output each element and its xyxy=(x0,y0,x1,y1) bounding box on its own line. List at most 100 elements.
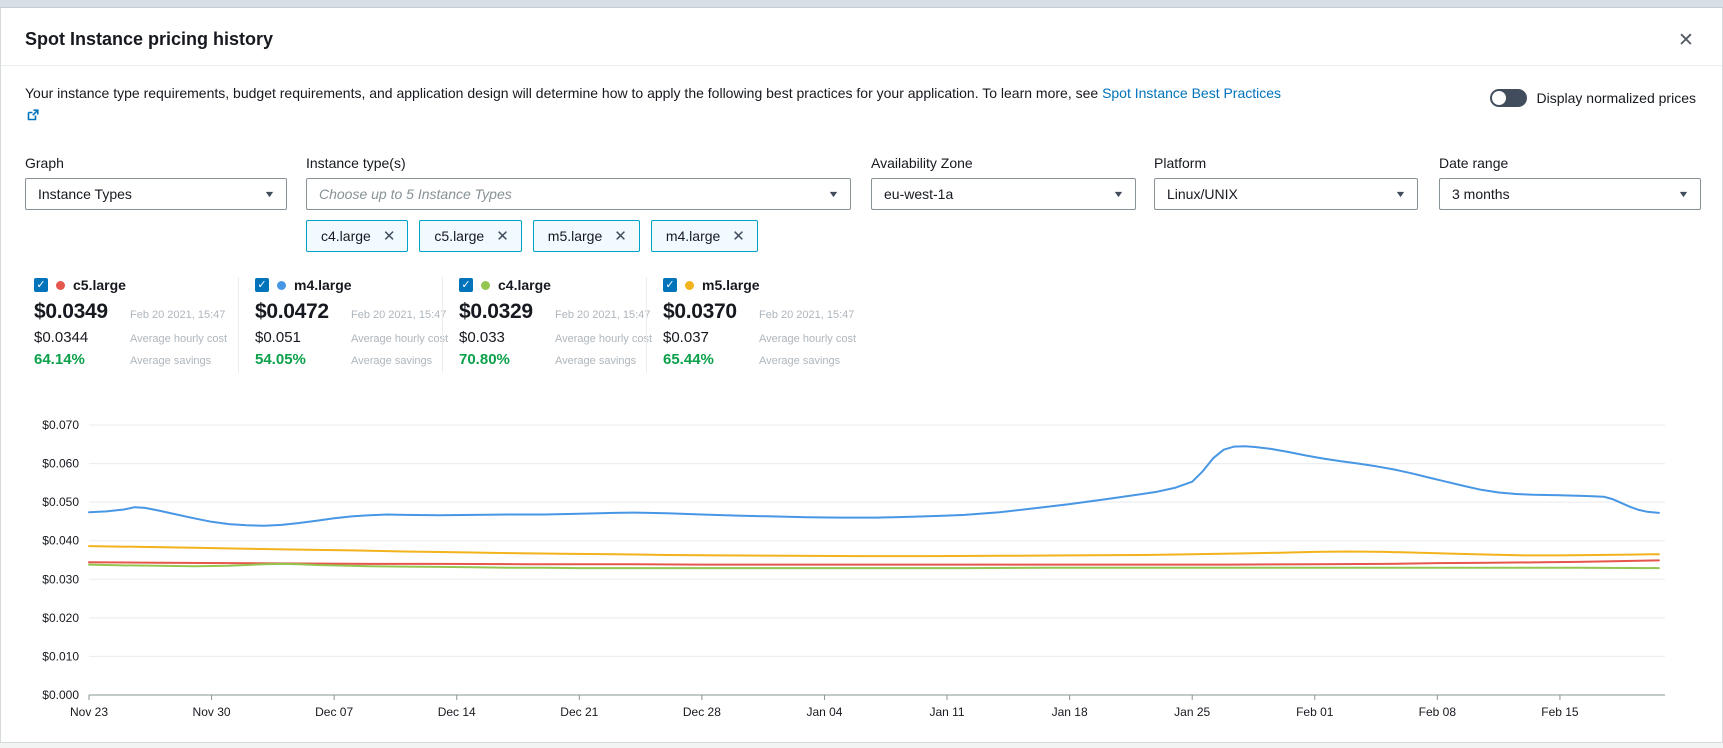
svg-text:Jan 18: Jan 18 xyxy=(1052,705,1088,719)
svg-text:$0.030: $0.030 xyxy=(42,573,79,587)
spot-pricing-history-modal: Spot Instance pricing history ✕ Your ins… xyxy=(0,8,1723,742)
svg-text:Dec 14: Dec 14 xyxy=(438,705,476,719)
remove-chip-icon[interactable]: ✕ xyxy=(496,229,509,244)
svg-text:Feb 15: Feb 15 xyxy=(1541,705,1579,719)
price-timestamp: Feb 20 2021, 15:47 xyxy=(759,309,854,321)
series-color-dot xyxy=(56,281,65,290)
legend-checkbox[interactable]: ✓ xyxy=(34,278,48,292)
check-icon: ✓ xyxy=(665,279,674,291)
chevron-down-icon: ▼ xyxy=(1677,189,1689,199)
chip-label: m5.large xyxy=(548,228,602,244)
external-link-icon xyxy=(27,106,39,128)
remove-chip-icon[interactable]: ✕ xyxy=(383,229,396,244)
instance-types-placeholder: Choose up to 5 Instance Types xyxy=(319,186,512,202)
average-savings: 70.80% xyxy=(459,351,547,368)
legend-card-c5-large: ✓ c5.large $0.0349 Feb 20 2021, 15:47 $0.… xyxy=(34,277,238,373)
instance-types-input[interactable]: Choose up to 5 Instance Types ▼ xyxy=(306,178,851,210)
chip-m4-large[interactable]: m4.large ✕ xyxy=(651,220,758,252)
modal-title: Spot Instance pricing history xyxy=(25,29,1698,50)
legend-cards: ✓ c5.large $0.0349 Feb 20 2021, 15:47 $0.… xyxy=(25,277,1698,373)
legend-checkbox[interactable]: ✓ xyxy=(663,278,677,292)
legend-card-m5-large: ✓ m5.large $0.0370Feb 20 2021, 15:47 $0.… xyxy=(646,277,850,373)
background-page-top-edge xyxy=(0,0,1723,8)
svg-text:$0.010: $0.010 xyxy=(42,650,79,664)
remove-chip-icon[interactable]: ✕ xyxy=(732,229,745,244)
availability-zone-select[interactable]: eu-west-1a ▼ xyxy=(871,178,1136,210)
svg-text:Feb 08: Feb 08 xyxy=(1419,705,1457,719)
svg-text:$0.050: $0.050 xyxy=(42,496,79,510)
platform-select[interactable]: Linux/UNIX ▼ xyxy=(1154,178,1418,210)
description-text: Your instance type requirements, budget … xyxy=(25,83,1295,127)
price-timestamp: Feb 20 2021, 15:47 xyxy=(555,309,650,321)
check-icon: ✓ xyxy=(36,279,45,291)
instance-types-label: Instance type(s) xyxy=(306,155,851,171)
check-icon: ✓ xyxy=(257,279,266,291)
svg-text:Jan 04: Jan 04 xyxy=(806,705,842,719)
svg-text:$0.040: $0.040 xyxy=(42,534,79,548)
average-savings-label: Average savings xyxy=(130,355,226,367)
normalized-prices-toggle-label: Display normalized prices xyxy=(1536,90,1696,106)
average-savings: 65.44% xyxy=(663,351,751,368)
svg-text:$0.060: $0.060 xyxy=(42,457,79,471)
legend-card-c4-large: ✓ c4.large $0.0329Feb 20 2021, 15:47 $0.… xyxy=(442,277,646,373)
svg-text:$0.020: $0.020 xyxy=(42,611,79,625)
chip-label: c5.large xyxy=(434,228,484,244)
chip-label: c4.large xyxy=(321,228,371,244)
average-savings-label: Average savings xyxy=(351,355,432,367)
spot-price-history-chart: $0.000 $0.010 $0.020 $0.030 $0.040 $0.050 $0.0… xyxy=(25,399,1685,731)
instance-name: c5.large xyxy=(73,277,126,293)
current-price: $0.0370 xyxy=(663,300,751,324)
svg-text:Dec 07: Dec 07 xyxy=(315,705,353,719)
availability-zone-label: Availability Zone xyxy=(871,155,1136,171)
average-savings: 54.05% xyxy=(255,351,343,368)
background-page-bottom-edge xyxy=(0,742,1723,748)
normalized-prices-toggle[interactable] xyxy=(1490,89,1527,107)
graph-label: Graph xyxy=(25,155,287,171)
legend-checkbox[interactable]: ✓ xyxy=(459,278,473,292)
average-price-label: Average hourly cost xyxy=(555,333,652,345)
close-icon[interactable]: ✕ xyxy=(1672,26,1700,54)
average-price-label: Average hourly cost xyxy=(759,333,856,345)
date-range-select[interactable]: 3 months ▼ xyxy=(1439,178,1701,210)
series-color-dot xyxy=(481,281,490,290)
chevron-down-icon: ▼ xyxy=(1394,189,1406,199)
average-price-label: Average hourly cost xyxy=(351,333,448,345)
series-color-dot xyxy=(277,281,286,290)
graph-select[interactable]: Instance Types ▼ xyxy=(25,178,287,210)
series-color-dot xyxy=(685,281,694,290)
chip-c5-large[interactable]: c5.large ✕ xyxy=(419,220,521,252)
check-icon: ✓ xyxy=(461,279,470,291)
selected-instance-chips: c4.large ✕ c5.large ✕ m5.large ✕ m4.larg… xyxy=(306,220,851,252)
svg-text:Jan 11: Jan 11 xyxy=(929,705,964,719)
current-price: $0.0472 xyxy=(255,300,343,324)
average-price: $0.0344 xyxy=(34,329,122,346)
date-range-value: 3 months xyxy=(1452,186,1510,202)
average-savings-label: Average savings xyxy=(759,355,840,367)
average-price: $0.037 xyxy=(663,329,751,346)
average-savings: 64.14% xyxy=(34,351,122,368)
average-price-label: Average hourly cost xyxy=(130,333,227,345)
availability-zone-value: eu-west-1a xyxy=(884,186,953,202)
remove-chip-icon[interactable]: ✕ xyxy=(614,229,627,244)
svg-text:$0.000: $0.000 xyxy=(42,688,79,702)
svg-text:$0.070: $0.070 xyxy=(42,418,79,432)
toggle-knob xyxy=(1492,91,1506,105)
average-price: $0.051 xyxy=(255,329,343,346)
svg-text:Nov 30: Nov 30 xyxy=(193,705,231,719)
instance-name: c4.large xyxy=(498,277,551,293)
graph-select-value: Instance Types xyxy=(38,186,132,202)
chevron-down-icon: ▼ xyxy=(263,189,275,199)
date-range-label: Date range xyxy=(1439,155,1701,171)
price-timestamp: Feb 20 2021, 15:47 xyxy=(130,309,226,321)
current-price: $0.0349 xyxy=(34,300,122,324)
svg-text:Dec 28: Dec 28 xyxy=(683,705,721,719)
platform-value: Linux/UNIX xyxy=(1167,186,1238,202)
svg-text:Feb 01: Feb 01 xyxy=(1296,705,1334,719)
svg-text:Dec 21: Dec 21 xyxy=(560,705,598,719)
spot-best-practices-link[interactable]: Spot Instance Best Practices xyxy=(1102,85,1281,101)
chip-m5-large[interactable]: m5.large ✕ xyxy=(533,220,640,252)
chip-c4-large[interactable]: c4.large ✕ xyxy=(306,220,408,252)
svg-text:Jan 25: Jan 25 xyxy=(1174,705,1210,719)
legend-card-m4-large: ✓ m4.large $0.0472Feb 20 2021, 15:47 $0.… xyxy=(238,277,442,373)
legend-checkbox[interactable]: ✓ xyxy=(255,278,269,292)
